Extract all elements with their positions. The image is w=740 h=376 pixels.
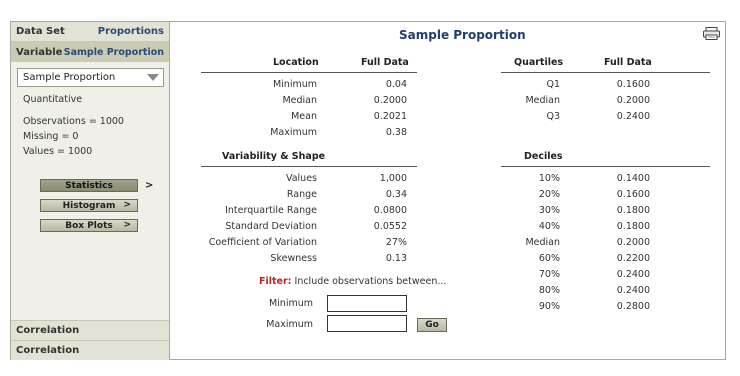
variability-divider (201, 166, 417, 167)
decile-stat-label: 30% (538, 205, 560, 216)
variable-select-value: Sample Proportion (23, 72, 116, 83)
statistics-arrow-icon: > (145, 180, 154, 191)
quartile-stat-label: Median (525, 95, 560, 106)
location-stat-value: 0.04 (385, 79, 407, 90)
quartile-stat-label: Q3 (546, 111, 560, 122)
decile-stat-value: 0.1600 (616, 189, 650, 200)
sidebar: Data Set Proportions Variable Sample Pro… (11, 22, 170, 360)
statistics-button[interactable]: Statistics (40, 179, 138, 192)
statistics-button-label: Statistics (65, 180, 113, 191)
variability-stat-value: 0.0800 (373, 205, 407, 216)
filter-text: Filter: Include observations between... (259, 276, 446, 287)
filter-min-input[interactable] (327, 295, 407, 312)
location-stat-label: Mean (291, 111, 317, 122)
variability-stat-value: 0.34 (385, 189, 407, 200)
variable-value[interactable]: Sample Proportion (64, 47, 164, 58)
location-col-header: Full Data (361, 57, 409, 68)
deciles-header: Deciles (524, 151, 563, 162)
filter-max-input[interactable] (327, 315, 407, 332)
variability-stat-value: 0.0552 (373, 221, 407, 232)
observations-count: Observations = 1000 (23, 116, 124, 127)
app-frame: Data Set Proportions Variable Sample Pro… (10, 21, 726, 360)
variability-stat-value: 0.13 (385, 253, 407, 264)
variability-stat-value: 27% (385, 237, 407, 248)
page-title: Sample Proportion (399, 28, 526, 42)
location-header: Location (273, 57, 319, 68)
dataset-label: Data Set (16, 26, 65, 37)
variability-header: Variability & Shape (222, 151, 326, 162)
boxplots-button-label: Box Plots (65, 220, 113, 231)
printer-icon[interactable] (703, 27, 720, 40)
quartile-stat-label: Q1 (546, 79, 560, 90)
histogram-button[interactable]: Histogram > (40, 199, 138, 212)
dataset-row[interactable]: Data Set Proportions (11, 22, 169, 42)
variability-stat-label: Coefficient of Variation (208, 237, 317, 248)
location-stat-label: Minimum (272, 79, 317, 90)
filter-min-label: Minimum (268, 298, 313, 309)
decile-stat-label: 80% (538, 285, 560, 296)
chevron-down-icon[interactable] (147, 74, 159, 81)
quartiles-header: Quartiles (514, 57, 564, 68)
quartiles-divider (501, 72, 710, 73)
boxplots-button[interactable]: Box Plots > (40, 219, 138, 232)
decile-stat-label: 90% (538, 301, 560, 312)
filter-max-label: Maximum (266, 319, 313, 330)
decile-stat-value: 0.1800 (616, 205, 650, 216)
decile-stat-label: Median (525, 237, 560, 248)
location-divider (201, 72, 417, 73)
missing-count: Missing = 0 (23, 131, 79, 142)
variability-stat-label: Skewness (270, 253, 317, 264)
variable-type: Quantitative (23, 94, 83, 105)
location-stat-value: 0.2000 (373, 95, 407, 106)
variability-stat-value: 1,000 (379, 173, 407, 184)
decile-stat-value: 0.2200 (616, 253, 650, 264)
variability-stat-label: Values (285, 173, 317, 184)
histogram-chevron-icon: > (123, 200, 131, 210)
histogram-button-label: Histogram (62, 200, 116, 211)
deciles-divider (501, 166, 710, 167)
decile-stat-label: 10% (538, 173, 560, 184)
dataset-value[interactable]: Proportions (98, 26, 164, 37)
decile-stat-value: 0.2800 (616, 301, 650, 312)
location-stat-value: 0.38 (385, 127, 407, 138)
boxplots-chevron-icon: > (123, 220, 131, 230)
decile-stat-value: 0.2400 (616, 285, 650, 296)
boxplots-button-row: Box Plots > (40, 219, 138, 232)
histogram-button-row: Histogram > (40, 199, 138, 212)
variability-stat-label: Standard Deviation (225, 221, 317, 232)
variability-stat-label: Interquartile Range (225, 205, 317, 216)
filter-description: Include observations between... (294, 276, 447, 287)
location-stat-value: 0.2021 (373, 111, 407, 122)
decile-stat-value: 0.2000 (616, 237, 650, 248)
variable-select[interactable]: Sample Proportion (17, 68, 164, 87)
correlation-section-2[interactable]: Correlation (11, 340, 169, 360)
quartile-stat-value: 0.2400 (616, 111, 650, 122)
quartile-stat-value: 0.2000 (616, 95, 650, 106)
variability-stat-label: Range (286, 189, 317, 200)
decile-stat-label: 70% (538, 269, 560, 280)
decile-stat-value: 0.1400 (616, 173, 650, 184)
variable-row[interactable]: Variable Sample Proportion (11, 42, 169, 62)
go-button[interactable]: Go (417, 318, 447, 332)
quartile-stat-value: 0.1600 (616, 79, 650, 90)
decile-stat-label: 60% (538, 253, 560, 264)
statistics-button-row: Statistics > (40, 179, 153, 192)
location-stat-label: Maximum (270, 127, 317, 138)
decile-stat-label: 40% (538, 221, 560, 232)
variable-label: Variable (16, 46, 63, 58)
decile-stat-value: 0.2400 (616, 269, 650, 280)
filter-label: Filter: (259, 276, 292, 287)
decile-stat-value: 0.1800 (616, 221, 650, 232)
location-stat-label: Median (282, 95, 317, 106)
correlation-section-1[interactable]: Correlation (11, 320, 169, 340)
quartiles-col-header: Full Data (604, 57, 652, 68)
values-count: Values = 1000 (23, 146, 93, 157)
decile-stat-label: 20% (538, 189, 560, 200)
